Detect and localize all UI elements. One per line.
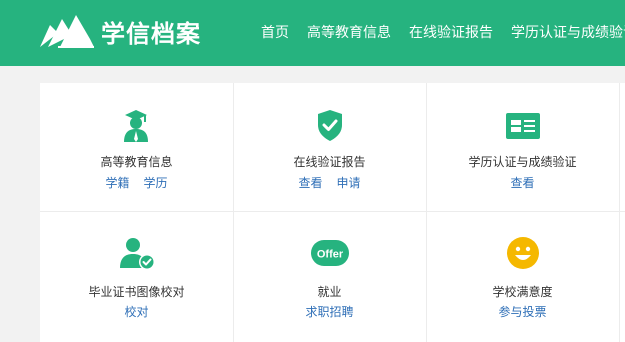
offer-icon-text: Offer (317, 249, 344, 261)
service-title: 毕业证书图像校对 (88, 285, 185, 299)
id-card-icon (506, 113, 540, 139)
column-divider (619, 83, 620, 342)
service-links: 参与投票 (426, 305, 619, 320)
link-student-status[interactable]: 学籍 (105, 176, 129, 190)
service-links: 查看 申请 (233, 176, 426, 191)
book-logo-icon (40, 15, 94, 48)
service-links: 求职招聘 (233, 305, 426, 320)
top-header: 学信档案 首页 高等教育信息 在线验证报告 学历认证与成绩验证 (0, 0, 625, 66)
service-links: 查看 (426, 176, 619, 191)
link-view-report[interactable]: 查看 (298, 176, 322, 190)
offer-icon: Offer (311, 240, 349, 266)
service-title: 高等教育信息 (100, 155, 173, 169)
service-diploma-image[interactable]: 毕业证书图像校对 校对 (40, 212, 233, 342)
service-higher-education[interactable]: 高等教育信息 学籍 学历 (40, 83, 233, 211)
service-online-report[interactable]: 在线验证报告 查看 申请 (233, 83, 426, 211)
link-view-certification[interactable]: 查看 (510, 176, 534, 190)
nav-higher-education-info[interactable]: 高等教育信息 (307, 24, 391, 42)
shield-check-icon (318, 110, 342, 141)
user-check-icon (120, 238, 155, 270)
graduate-icon (124, 110, 148, 142)
service-title: 就业 (317, 285, 342, 299)
nav-home[interactable]: 首页 (261, 24, 289, 42)
service-employment[interactable]: Offer 就业 求职招聘 (233, 212, 426, 342)
smiley-icon (507, 237, 539, 269)
link-job-search[interactable]: 求职招聘 (305, 305, 353, 319)
nav-online-verification-report[interactable]: 在线验证报告 (409, 24, 493, 42)
service-title: 学历认证与成绩验证 (468, 155, 577, 169)
service-certification[interactable]: 学历认证与成绩验证 查看 (426, 83, 619, 211)
link-apply-report[interactable]: 申请 (337, 176, 361, 190)
link-education-record[interactable]: 学历 (144, 176, 168, 190)
service-school-satisfaction[interactable]: 学校满意度 参与投票 (426, 212, 619, 342)
service-links: 学籍 学历 (40, 176, 233, 191)
services-panel: 高等教育信息 学籍 学历 在线验证报告 查看 申请 学历认证与成绩验证 查看 毕… (40, 83, 625, 342)
nav-degree-certification[interactable]: 学历认证与成绩验证 (511, 24, 625, 42)
service-title: 在线验证报告 (293, 155, 366, 169)
service-title: 学校满意度 (492, 285, 553, 299)
link-proofread[interactable]: 校对 (124, 305, 148, 319)
site-logo-text[interactable]: 学信档案 (101, 19, 201, 49)
service-links: 校对 (40, 305, 233, 320)
link-vote[interactable]: 参与投票 (498, 305, 546, 319)
